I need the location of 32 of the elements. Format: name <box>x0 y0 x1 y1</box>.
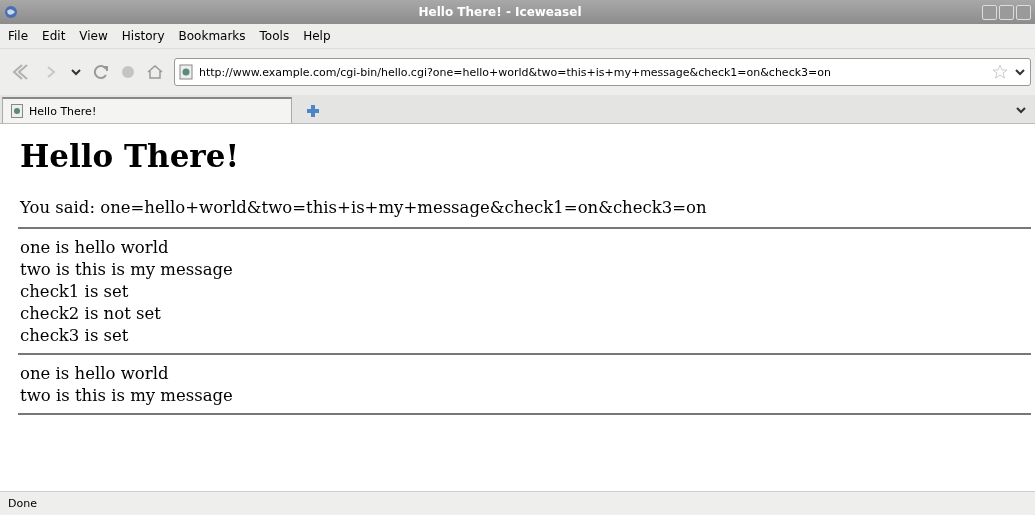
result-line: one is hello world <box>20 237 170 259</box>
menu-item[interactable]: Edit <box>42 29 66 43</box>
menu-item[interactable]: View <box>79 29 108 43</box>
result-line: two is this is my message <box>20 259 234 281</box>
result-line: check3 is set <box>20 325 130 347</box>
status-text: Done <box>8 497 37 510</box>
dropdown-icon[interactable] <box>1015 104 1027 116</box>
window-title: Hello There! - Iceweasel <box>417 5 583 19</box>
globe-icon <box>4 5 18 19</box>
back-icon[interactable] <box>10 62 30 82</box>
menu-item[interactable]: Help <box>303 29 331 43</box>
result-line: one is hello world <box>20 363 170 385</box>
menu-item[interactable]: File <box>8 29 29 43</box>
page-heading: Hello There! <box>20 138 241 174</box>
menu-item[interactable]: Tools <box>259 29 290 43</box>
browser-tab[interactable]: Hello There! <box>2 97 292 123</box>
result-line: check1 is set <box>20 281 130 303</box>
dropdown-icon[interactable] <box>70 66 82 78</box>
home-icon[interactable] <box>146 63 164 81</box>
query-text: You said: one=hello+world&two=this+is+my+message&check1=on&check3=on <box>20 198 708 217</box>
menu-item[interactable]: History <box>121 29 165 43</box>
result-line: check2 is not set <box>20 303 162 325</box>
address-field[interactable]: http://www.example.com/cgi-bin/hello.cgi?one=hello+world&two=this+is+my+message&check1=on&check3=on <box>174 58 1031 86</box>
stop-icon[interactable] <box>120 64 136 80</box>
star-icon[interactable] <box>992 64 1008 80</box>
page-icon <box>11 104 23 118</box>
page-icon <box>179 64 193 80</box>
new-tab-icon[interactable] <box>306 104 320 118</box>
dropdown-icon[interactable] <box>1014 66 1026 78</box>
menu-item[interactable]: Bookmarks <box>178 29 246 43</box>
reload-icon[interactable] <box>92 63 110 81</box>
result-line: two is this is my message <box>20 385 234 407</box>
